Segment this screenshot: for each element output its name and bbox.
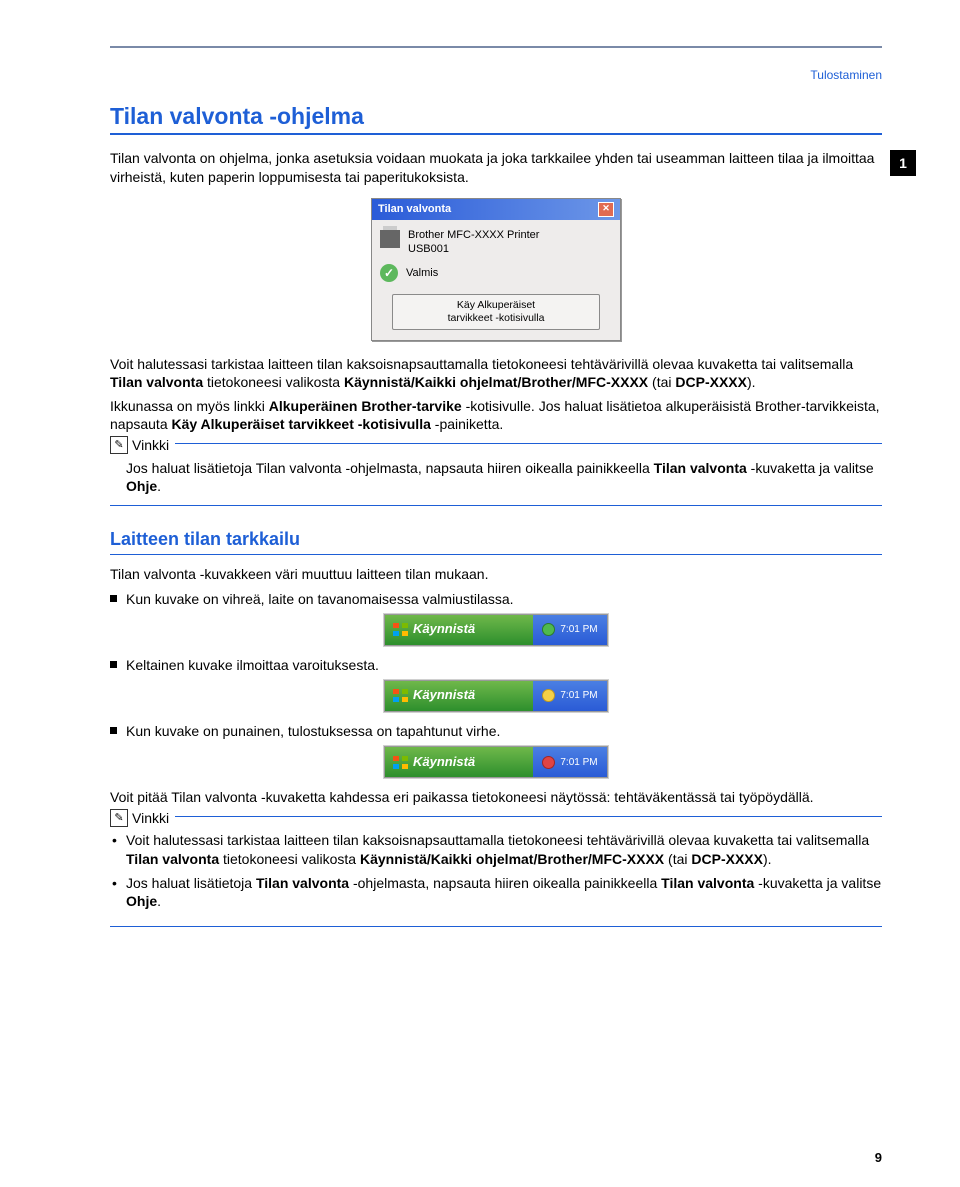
- start-button[interactable]: Käynnistä: [385, 615, 533, 645]
- note-list-item: Jos haluat lisätietoja Tilan valvonta -o…: [126, 874, 882, 910]
- dialog-title: Tilan valvonta: [378, 202, 451, 216]
- button-line-1: Käy Alkuperäiset: [399, 299, 593, 312]
- printer-icon: [380, 230, 400, 248]
- button-line-2: tarvikkeet -kotisivulla: [399, 312, 593, 325]
- page-number: 9: [875, 1150, 882, 1167]
- dialog-button-row: Käy Alkuperäiset tarvikkeet -kotisivulla: [372, 286, 620, 339]
- bullet-yellow: Keltainen kuvake ilmoittaa varoituksesta…: [110, 656, 882, 674]
- section-title: Tilan valvonta -ohjelma: [110, 102, 882, 136]
- dialog-body: Brother MFC-XXXX Printer USB001: [372, 220, 620, 265]
- system-tray: 7:01 PM: [533, 681, 607, 711]
- note-label: ✎ Vinkki: [110, 809, 175, 827]
- taskbar-red: Käynnistä 7:01 PM: [384, 746, 608, 778]
- paragraph-3: Ikkunassa on myös linkki Alkuperäinen Br…: [110, 397, 882, 433]
- status-dot-green: [542, 623, 555, 636]
- chapter-number: 1: [890, 150, 916, 176]
- bullet-red: Kun kuvake on punainen, tulostuksessa on…: [110, 722, 882, 740]
- start-button[interactable]: Käynnistä: [385, 681, 533, 711]
- breadcrumb: Tulostaminen: [110, 68, 882, 84]
- dialog-status-text: Valmis: [406, 266, 438, 280]
- start-button[interactable]: Käynnistä: [385, 747, 533, 777]
- dialog-body-text: Brother MFC-XXXX Printer USB001: [408, 228, 539, 257]
- note-icon: ✎: [110, 436, 128, 454]
- close-icon[interactable]: ✕: [598, 202, 614, 217]
- monitoring-intro: Tilan valvonta -kuvakkeen väri muuttuu l…: [110, 565, 882, 583]
- note-body: Jos haluat lisätietoja Tilan valvonta -o…: [110, 459, 882, 495]
- check-icon: ✓: [380, 264, 398, 282]
- note-block-2: ✎ Vinkki Voit halutessasi tarkistaa lait…: [110, 816, 882, 927]
- subheading-monitoring: Laitteen tilan tarkkailu: [110, 528, 882, 555]
- status-monitor-dialog: Tilan valvonta ✕ Brother MFC-XXXX Printe…: [371, 198, 621, 341]
- printer-port: USB001: [408, 242, 539, 256]
- top-rule: [110, 46, 882, 48]
- taskbar-green: Käynnistä 7:01 PM: [384, 614, 608, 646]
- windows-icon: [393, 623, 408, 636]
- system-tray: 7:01 PM: [533, 747, 607, 777]
- tray-time: 7:01 PM: [560, 623, 597, 636]
- dialog-titlebar: Tilan valvonta ✕: [372, 199, 620, 220]
- windows-icon: [393, 756, 408, 769]
- paragraph-2: Voit halutessasi tarkistaa laitteen tila…: [110, 355, 882, 391]
- note-icon: ✎: [110, 809, 128, 827]
- note-list-item: Voit halutessasi tarkistaa laitteen tila…: [126, 831, 882, 867]
- status-dot-yellow: [542, 689, 555, 702]
- supplies-button[interactable]: Käy Alkuperäiset tarvikkeet -kotisivulla: [392, 294, 600, 329]
- note-label: ✎ Vinkki: [110, 436, 175, 454]
- paragraph-keep: Voit pitää Tilan valvonta -kuvaketta kah…: [110, 788, 882, 806]
- intro-paragraph: Tilan valvonta on ohjelma, jonka asetuks…: [110, 149, 882, 185]
- note-list: Voit halutessasi tarkistaa laitteen tila…: [110, 831, 882, 910]
- printer-name: Brother MFC-XXXX Printer: [408, 228, 539, 242]
- tray-time: 7:01 PM: [560, 689, 597, 702]
- note-block-1: ✎ Vinkki Jos haluat lisätietoja Tilan va…: [110, 443, 882, 506]
- windows-icon: [393, 689, 408, 702]
- taskbar-yellow: Käynnistä 7:01 PM: [384, 680, 608, 712]
- system-tray: 7:01 PM: [533, 615, 607, 645]
- status-dot-red: [542, 756, 555, 769]
- bullet-green: Kun kuvake on vihreä, laite on tavanomai…: [110, 590, 882, 608]
- tray-time: 7:01 PM: [560, 756, 597, 769]
- page: Tulostaminen 1 Tilan valvonta -ohjelma T…: [0, 0, 960, 1187]
- dialog-status-row: ✓ Valmis: [372, 264, 620, 286]
